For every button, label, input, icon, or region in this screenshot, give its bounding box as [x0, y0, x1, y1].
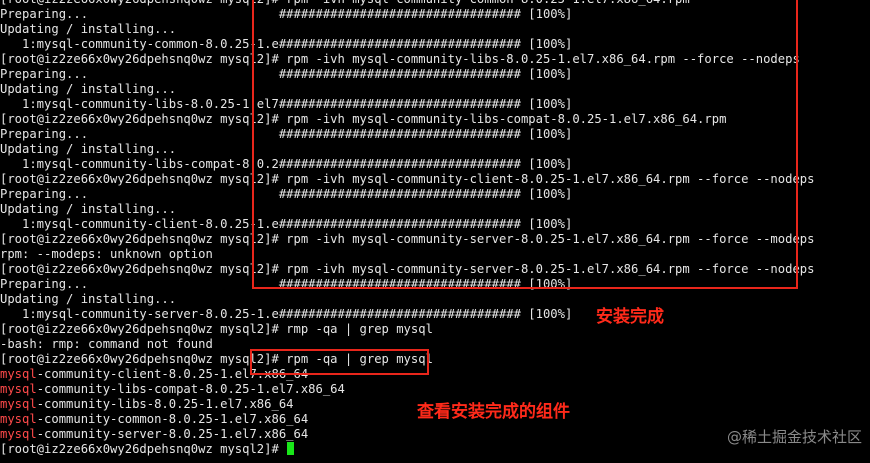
terminal-line: Preparing... ###########################…	[0, 187, 573, 201]
grep-result-line: mysql-community-client-8.0.25-1.el7.x86_…	[0, 367, 308, 382]
grep-match: mysql	[0, 427, 37, 441]
package-name: -community-common-8.0.25-1.el7.x86_64	[36, 412, 309, 426]
terminal-line: [root@iz2ze66x0wy26dpehsnq0wz mysql2]# r…	[0, 322, 433, 336]
terminal-line: -bash: rmp: command not found	[0, 337, 213, 351]
package-name: -community-server-8.0.25-1.el7.x86_64	[36, 427, 309, 441]
package-name: -community-libs-compat-8.0.25-1.el7.x86_…	[36, 382, 345, 396]
terminal-line: [root@iz2ze66x0wy26dpehsnq0wz mysql2]# r…	[0, 232, 815, 246]
terminal-line: Preparing... ###########################…	[0, 67, 573, 81]
terminal-line: [root@iz2ze66x0wy26dpehsnq0wz mysql2]# r…	[0, 0, 690, 7]
terminal-line: Updating / installing...	[0, 292, 177, 306]
terminal-line: [root@iz2ze66x0wy26dpehsnq0wz mysql2]# r…	[0, 172, 815, 186]
terminal-line: [root@iz2ze66x0wy26dpehsnq0wz mysql2]# r…	[0, 112, 727, 126]
grep-result-line: mysql-community-libs-8.0.25-1.el7.x86_64	[0, 397, 294, 412]
terminal-line: Updating / installing...	[0, 22, 177, 36]
terminal-line: [root@iz2ze66x0wy26dpehsnq0wz mysql2]# r…	[0, 262, 815, 276]
terminal-line: Preparing... ###########################…	[0, 277, 573, 291]
view-components-annotation: 查看安装完成的组件	[417, 402, 570, 422]
terminal-line: 1:mysql-community-libs-8.0.25-1.el7#####…	[0, 97, 573, 111]
terminal-line: 1:mysql-community-server-8.0.25-1.e#####…	[0, 307, 573, 321]
grep-match: mysql	[0, 382, 37, 396]
terminal-line: Preparing... ###########################…	[0, 7, 573, 21]
package-name: -community-client-8.0.25-1.el7.x86_64	[36, 367, 309, 381]
command-prompt[interactable]: [root@iz2ze66x0wy26dpehsnq0wz mysql2]#	[0, 442, 295, 457]
terminal-cursor	[287, 442, 295, 455]
grep-result-line: mysql-community-libs-compat-8.0.25-1.el7…	[0, 382, 345, 397]
terminal-line: Preparing... ###########################…	[0, 127, 573, 141]
grep-match: mysql	[0, 397, 37, 411]
package-name: -community-libs-8.0.25-1.el7.x86_64	[36, 397, 294, 411]
grep-match: mysql	[0, 412, 37, 426]
terminal-line: 1:mysql-community-common-8.0.25-1.e#####…	[0, 37, 573, 51]
terminal-line: rpm: --modeps: unknown option	[0, 247, 213, 261]
terminal-line: Updating / installing...	[0, 202, 177, 216]
terminal-line: Updating / installing...	[0, 142, 177, 156]
terminal-line: 1:mysql-community-libs-compat-8.0.2#####…	[0, 157, 573, 171]
grep-result-line: mysql-community-server-8.0.25-1.el7.x86_…	[0, 427, 308, 442]
terminal-line: [root@iz2ze66x0wy26dpehsnq0wz mysql2]# r…	[0, 352, 433, 366]
watermark: @稀土掘金技术社区	[726, 428, 862, 446]
grep-match: mysql	[0, 367, 37, 381]
terminal-line: Updating / installing...	[0, 82, 177, 96]
terminal-line: 1:mysql-community-client-8.0.25-1.e#####…	[0, 217, 573, 231]
install-complete-annotation: 安装完成	[596, 307, 664, 327]
grep-result-line: mysql-community-common-8.0.25-1.el7.x86_…	[0, 412, 308, 427]
prompt-text: [root@iz2ze66x0wy26dpehsnq0wz mysql2]#	[0, 442, 287, 456]
terminal-window[interactable]: [root@iz2ze66x0wy26dpehsnq0wz mysql2]# r…	[0, 0, 870, 463]
terminal-line: [root@iz2ze66x0wy26dpehsnq0wz mysql2]# r…	[0, 52, 800, 66]
